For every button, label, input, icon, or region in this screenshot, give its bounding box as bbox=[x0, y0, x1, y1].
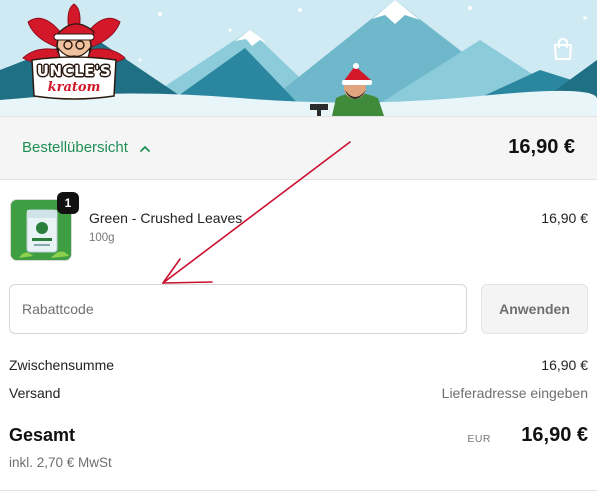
order-summary-label: Bestellübersicht bbox=[22, 139, 128, 156]
discount-code-input[interactable] bbox=[9, 284, 467, 334]
order-summary-bar: Bestellübersicht 16,90 € bbox=[0, 116, 597, 180]
header-banner: UNCLE'S kratom bbox=[0, 0, 597, 116]
apply-discount-button[interactable]: Anwenden bbox=[481, 284, 588, 334]
logo-tagline: kratom bbox=[47, 80, 101, 95]
divider bbox=[0, 490, 597, 491]
shipping-label: Versand bbox=[9, 385, 61, 401]
chevron-up-icon bbox=[140, 139, 150, 156]
product-name: Green - Crushed Leaves bbox=[89, 210, 243, 226]
order-summary-toggle[interactable]: Bestellübersicht bbox=[22, 139, 150, 156]
product-variant: 100g bbox=[89, 232, 115, 244]
tax-note: inkl. 2,70 € MwSt bbox=[9, 455, 112, 470]
grand-total-value: 16,90 € bbox=[521, 424, 588, 446]
subtotal-label: Zwischensumme bbox=[9, 357, 115, 373]
cart-button[interactable] bbox=[550, 36, 576, 62]
quantity-badge: 1 bbox=[57, 192, 79, 214]
order-summary-total: 16,90 € bbox=[508, 136, 575, 158]
grand-total-label: Gesamt bbox=[9, 425, 76, 445]
uncles-kratom-logo[interactable]: UNCLE'S kratom bbox=[18, 2, 130, 100]
currency-code: EUR bbox=[467, 433, 491, 445]
logo-wordmark: UNCLE'S bbox=[36, 62, 112, 80]
subtotal-value: 16,90 € bbox=[541, 357, 588, 373]
shopping-bag-icon bbox=[554, 37, 572, 60]
shipping-value: Lieferadresse eingeben bbox=[441, 385, 588, 401]
product-price: 16,90 € bbox=[541, 210, 588, 226]
